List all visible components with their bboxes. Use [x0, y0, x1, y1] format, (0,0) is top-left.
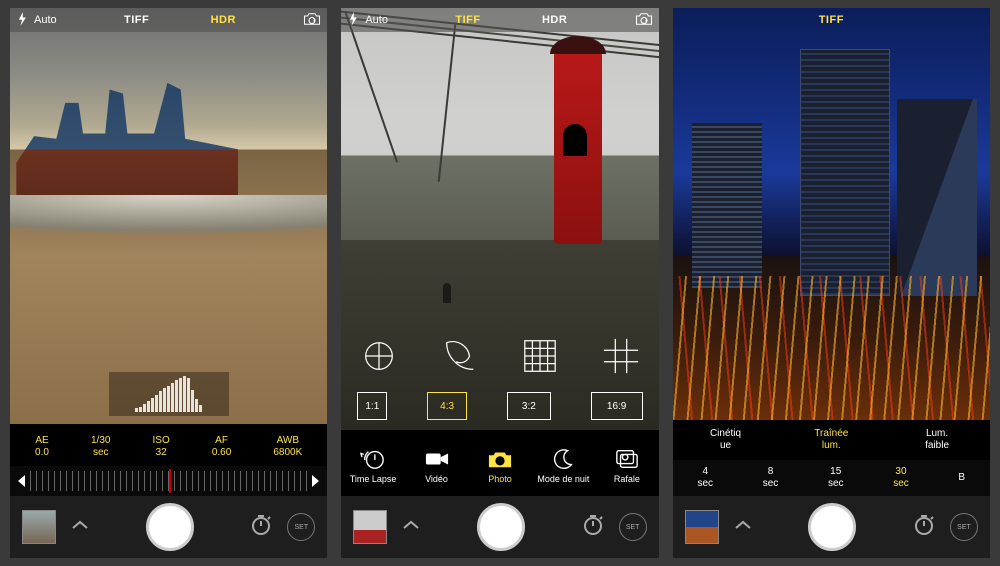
viewfinder[interactable]: 1:1 4:3 3:2 16:9	[341, 8, 658, 430]
overlay-row	[357, 334, 642, 378]
duration-8s[interactable]: 8sec	[763, 466, 779, 490]
light-mode-kinetic[interactable]: Cinétique	[694, 428, 758, 452]
flash-label: Auto	[365, 14, 388, 26]
set-button[interactable]: SET	[287, 513, 315, 541]
scene-lighthouse	[554, 50, 602, 244]
light-mode-trail[interactable]: Traînéelum.	[799, 428, 863, 452]
grid-fine-icon[interactable]	[518, 334, 562, 378]
shutter-readout[interactable]: 1/30sec	[91, 435, 110, 460]
tab-hdr[interactable]: HDR	[542, 14, 567, 26]
ratio-4-3[interactable]: 4:3	[427, 392, 467, 420]
camera-panel-1: Auto TIFF HDR AE0.0 1/30sec ISO32 AF0.60…	[10, 8, 327, 558]
chevron-up-icon[interactable]	[733, 518, 753, 537]
mode-video[interactable]: Vidéo	[409, 447, 465, 484]
duration-picker: 4sec 8sec 15sec 30sec B	[673, 460, 990, 496]
ev-slider[interactable]	[10, 466, 327, 496]
tab-hdr[interactable]: HDR	[211, 14, 236, 26]
gallery-thumbnail[interactable]	[685, 510, 719, 544]
scene-building	[800, 49, 890, 296]
exposure-readout: AE0.0 1/30sec ISO32 AF0.60 AWB6800K	[10, 424, 327, 466]
scene-light-trails	[673, 276, 990, 420]
duration-bulb[interactable]: B	[958, 472, 965, 484]
shutter-button[interactable]	[808, 503, 856, 551]
scene-person	[443, 283, 451, 303]
camera-panel-3: TIFF Cinétique Traînéelum. Lum.faible 4s…	[673, 8, 990, 558]
viewfinder[interactable]	[10, 8, 327, 424]
triangle-left-icon[interactable]	[16, 474, 26, 488]
shutter-bar: SET	[10, 496, 327, 558]
set-button[interactable]: SET	[619, 513, 647, 541]
timer-icon[interactable]	[249, 513, 273, 542]
ratio-3-2[interactable]: 3:2	[507, 392, 551, 420]
shutter-button[interactable]	[477, 503, 525, 551]
awb-readout[interactable]: AWB6800K	[273, 435, 302, 460]
shutter-bar: SET	[341, 496, 658, 558]
ratio-1-1[interactable]: 1:1	[357, 392, 387, 420]
mode-burst[interactable]: Rafale	[599, 447, 655, 484]
set-button[interactable]: SET	[950, 513, 978, 541]
flash-icon[interactable]	[16, 12, 28, 29]
scene-building	[897, 99, 977, 297]
capture-modes: Time Lapse Vidéo Photo Mode de nuit Rafa…	[341, 430, 658, 496]
ruler-ticks[interactable]	[30, 471, 307, 491]
ratio-16-9[interactable]: 16:9	[591, 392, 643, 420]
light-mode-lowlight[interactable]: Lum.faible	[905, 428, 969, 452]
shutter-bar: SET	[673, 496, 990, 558]
grid-thirds-icon[interactable]	[599, 334, 643, 378]
scene-shoreline	[10, 195, 327, 253]
duration-4s[interactable]: 4sec	[697, 466, 713, 490]
shutter-button[interactable]	[146, 503, 194, 551]
mode-night[interactable]: Mode de nuit	[535, 447, 591, 484]
chevron-up-icon[interactable]	[401, 518, 421, 537]
duration-30s[interactable]: 30sec	[893, 466, 909, 490]
camera-switch-icon[interactable]	[303, 11, 321, 30]
iso-readout[interactable]: ISO32	[153, 435, 170, 460]
triangle-right-icon[interactable]	[311, 474, 321, 488]
top-bar: Auto TIFF HDR	[341, 8, 658, 32]
top-bar: TIFF	[673, 8, 990, 32]
tab-tiff[interactable]: TIFF	[455, 14, 480, 26]
format-label: TIFF	[819, 14, 844, 26]
mode-timelapse[interactable]: Time Lapse	[345, 447, 401, 484]
format-tabs: TIFF HDR	[63, 14, 298, 26]
flash-label: Auto	[34, 14, 57, 26]
top-bar: Auto TIFF HDR	[10, 8, 327, 32]
ratio-row: 1:1 4:3 3:2 16:9	[357, 392, 642, 420]
timer-icon[interactable]	[912, 513, 936, 542]
spiral-icon[interactable]	[438, 334, 482, 378]
chevron-up-icon[interactable]	[70, 518, 90, 537]
ae-readout[interactable]: AE0.0	[35, 435, 49, 460]
af-readout[interactable]: AF0.60	[212, 435, 231, 460]
crosshair-icon[interactable]	[357, 334, 401, 378]
camera-panel-2: Auto TIFF HDR 1:1 4:3 3:2 16:9	[341, 8, 658, 558]
composition-tools: 1:1 4:3 3:2 16:9	[341, 324, 658, 430]
duration-15s[interactable]: 15sec	[828, 466, 844, 490]
gallery-thumbnail[interactable]	[353, 510, 387, 544]
camera-switch-icon[interactable]	[635, 11, 653, 30]
timer-icon[interactable]	[581, 513, 605, 542]
viewfinder[interactable]	[673, 8, 990, 420]
tab-tiff[interactable]: TIFF	[124, 14, 149, 26]
light-modes: Cinétique Traînéelum. Lum.faible	[673, 420, 990, 460]
flash-icon[interactable]	[347, 12, 359, 29]
histogram[interactable]	[109, 372, 229, 416]
mode-photo[interactable]: Photo	[472, 447, 528, 484]
scene-building	[692, 123, 762, 288]
gallery-thumbnail[interactable]	[22, 510, 56, 544]
